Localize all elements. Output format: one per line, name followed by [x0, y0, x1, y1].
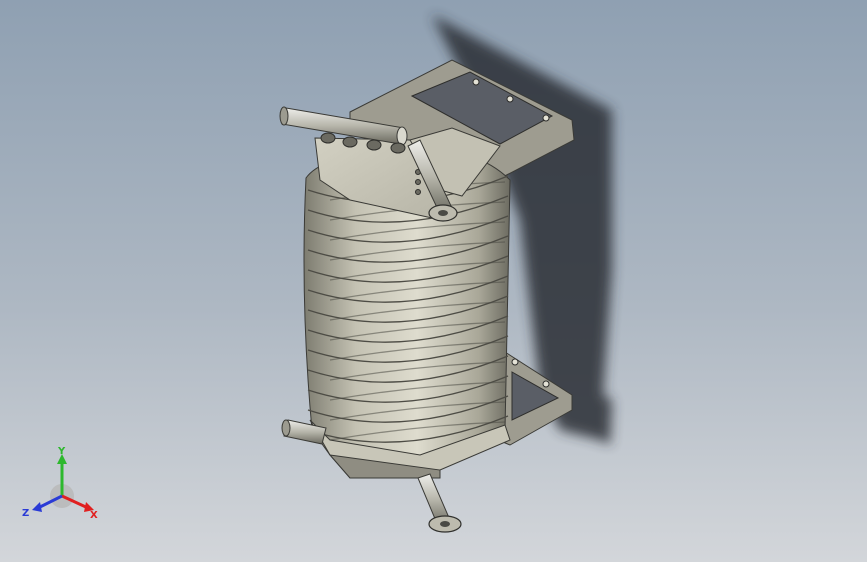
bolt-hole — [542, 380, 550, 388]
y-axis-label: Y — [57, 446, 66, 457]
x-axis-label: X — [90, 510, 98, 521]
bolt-hole — [542, 114, 550, 122]
z-axis-label: Z — [22, 508, 29, 519]
bolt-hole — [511, 358, 519, 366]
z-axis-arrow-icon — [32, 502, 42, 512]
heat-exchanger-coil-model[interactable] — [0, 0, 867, 562]
orientation-triad[interactable]: Y X Z — [20, 446, 110, 526]
bolt-hole — [472, 78, 480, 86]
bottom-outlet-pipe[interactable] — [417, 473, 462, 533]
bolt-hole — [506, 95, 514, 103]
graphics-viewport[interactable]: Y X Z — [0, 0, 867, 562]
